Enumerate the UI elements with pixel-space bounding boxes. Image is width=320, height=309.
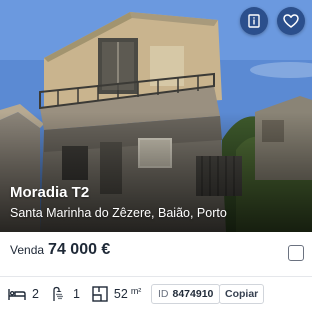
listing-location: Santa Marinha do Zêzere, Baião, Porto: [10, 206, 227, 220]
area-value: 52: [113, 287, 128, 301]
bathrooms-count: 1: [72, 287, 80, 301]
price-row: Venda 74 000 €: [10, 241, 110, 265]
bedrooms-feature: 2: [8, 287, 39, 301]
listing-card[interactable]: Moradia T2 Santa Marinha do Zêzere, Baiã…: [0, 0, 312, 309]
bed-icon: [8, 287, 32, 301]
floor-plan-icon: [92, 286, 114, 302]
favorite-button[interactable]: [277, 7, 305, 35]
area-feature: 52 m²: [92, 286, 141, 302]
id-value: 8474910: [172, 288, 214, 300]
id-label: ID: [158, 288, 169, 300]
price-label: Venda: [10, 243, 45, 257]
divider: [0, 276, 312, 277]
features-row: 2 1 52 m²: [8, 284, 153, 304]
document-info-icon: [247, 14, 261, 28]
info-button[interactable]: [240, 7, 268, 35]
bedrooms-count: 2: [32, 287, 39, 301]
price-value: 74 000 €: [48, 241, 111, 258]
bathrooms-feature: 1: [51, 286, 80, 302]
copy-id-button[interactable]: Copiar: [219, 284, 265, 304]
listing-title: Moradia T2: [10, 184, 90, 201]
listing-id-box: ID 8474910: [151, 284, 221, 304]
heart-icon: [283, 14, 299, 28]
listing-photo[interactable]: Moradia T2 Santa Marinha do Zêzere, Baiã…: [0, 0, 312, 232]
area-unit: m²: [130, 286, 142, 296]
compare-checkbox[interactable]: [288, 245, 304, 261]
shower-icon: [51, 286, 73, 302]
